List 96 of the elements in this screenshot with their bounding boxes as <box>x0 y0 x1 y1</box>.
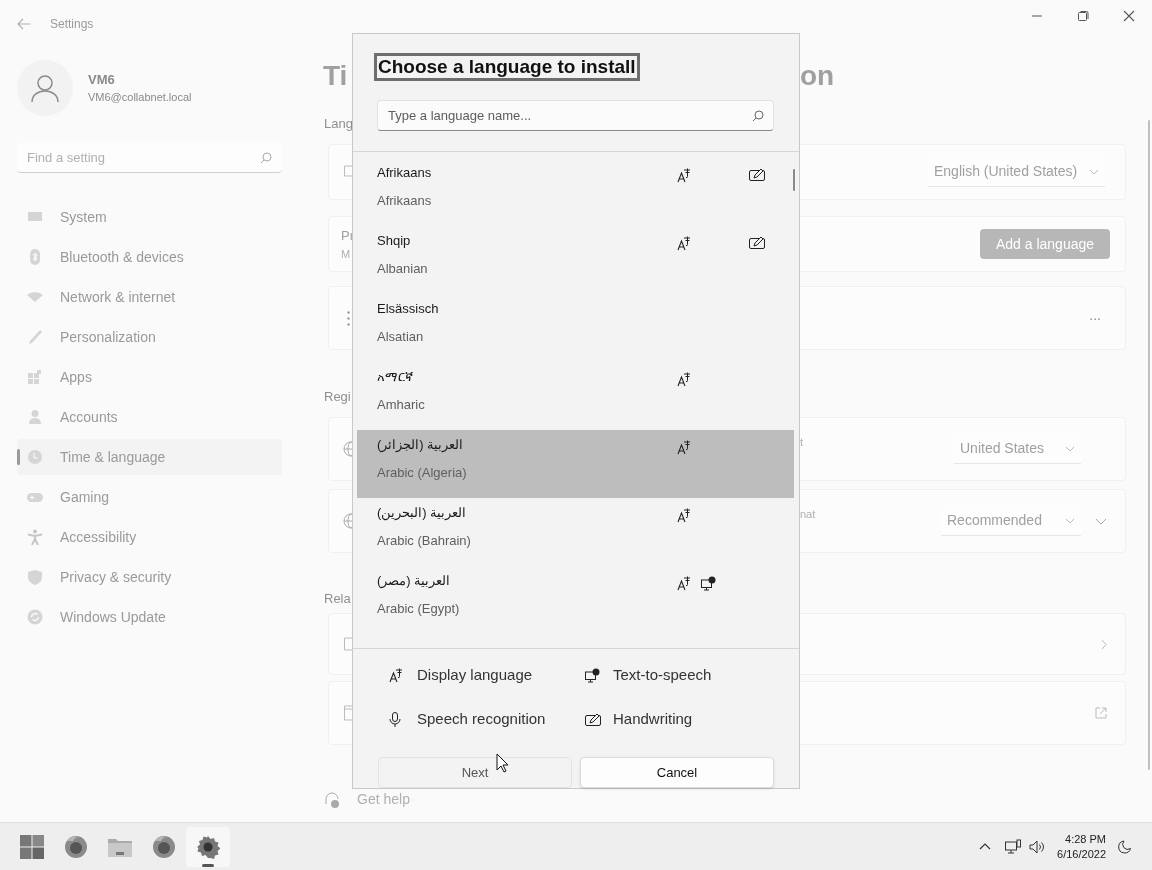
nav-item[interactable]: System <box>17 199 282 235</box>
language-native-name: العربية (الجزائر) <box>377 436 464 454</box>
nav-item[interactable]: Network & internet <box>17 279 282 315</box>
nav-item[interactable]: Windows Update <box>17 599 282 635</box>
nav-item[interactable]: Accounts <box>17 399 282 435</box>
nav-item[interactable]: Time & language <box>17 439 282 475</box>
dialog-title: Choose a language to install <box>374 53 640 81</box>
start-icon <box>20 834 44 859</box>
page-heading: Ti <box>323 60 348 91</box>
legend-label: Display language <box>417 664 533 685</box>
card-subtitle: M <box>341 246 351 262</box>
drag-handle-icon <box>347 310 350 326</box>
language-english-name: Amharic <box>377 396 425 414</box>
browser-icon <box>152 834 176 859</box>
update-icon <box>27 609 43 625</box>
add-language-button[interactable]: Add a language <box>980 229 1110 259</box>
account-name: VM6 <box>88 71 116 89</box>
chevron-down-icon <box>1065 445 1075 452</box>
gear-icon <box>196 834 220 859</box>
maximize-icon <box>1077 10 1089 22</box>
browser-icon <box>64 834 88 859</box>
section-label: Rela <box>324 590 351 608</box>
network-icon <box>1005 838 1022 855</box>
selection-indicator <box>17 449 20 465</box>
language-item[interactable]: Elsässisch Alsatian <box>357 294 794 362</box>
accessibility-icon <box>27 529 43 545</box>
language-english-name: Afrikaans <box>377 192 432 210</box>
language-item[interactable]: አማርኛ Amharic <box>357 362 794 430</box>
nav-item[interactable]: Gaming <box>17 479 282 515</box>
user-icon <box>27 409 43 425</box>
scrollbar-thumb[interactable] <box>793 169 795 191</box>
more-button[interactable]: ... <box>1089 308 1101 328</box>
close-icon <box>1123 10 1135 22</box>
chevron-up-icon <box>979 843 992 850</box>
language-english-name: Arabic (Egypt) <box>377 600 460 618</box>
apps-icon <box>27 369 43 385</box>
search-icon <box>752 110 764 122</box>
globe-icon <box>343 513 352 529</box>
help-icon <box>324 791 340 808</box>
language-english-name: Arabic (Bahrain) <box>377 532 471 550</box>
clock-icon <box>27 449 43 465</box>
person-icon <box>30 73 60 103</box>
language-item[interactable]: Afrikaans Afrikaans <box>357 158 794 226</box>
language-english-name: Alsatian <box>377 328 424 346</box>
language-english-name: Albanian <box>377 260 428 278</box>
wifi-icon <box>27 289 43 305</box>
page-heading: on <box>800 59 835 93</box>
card-subtitle: t <box>800 434 804 450</box>
shield-icon <box>27 569 43 585</box>
mouse-cursor-icon <box>496 753 509 773</box>
nav-item[interactable]: Apps <box>17 359 282 395</box>
window-title: Settings <box>50 16 94 33</box>
chevron-right-icon <box>1101 638 1107 650</box>
nav-item[interactable]: Personalization <box>17 319 282 355</box>
microphone-icon <box>389 711 401 727</box>
back-arrow-icon <box>17 18 31 30</box>
language-english-name: Arabic (Algeria) <box>377 464 467 482</box>
globe-icon <box>343 441 352 457</box>
volume-icon <box>1029 839 1046 854</box>
chevron-down-icon <box>1089 168 1099 175</box>
language-native-name: Elsässisch <box>377 300 439 318</box>
language-search-field[interactable]: Type a language name... <box>377 100 774 131</box>
taskbar-button[interactable] <box>186 826 230 867</box>
search-icon <box>260 152 272 164</box>
card-subtitle: nat <box>800 506 816 522</box>
account-email: VM6@collabnet.local <box>88 90 192 105</box>
language-native-name: Afrikaans <box>377 164 432 182</box>
section-label: Lang <box>324 115 353 133</box>
nav-item[interactable]: Privacy & security <box>17 559 282 595</box>
language-native-name: العربية (مصر) <box>377 572 451 590</box>
handwriting-icon <box>585 712 601 726</box>
active-indicator <box>202 863 214 867</box>
nav-item[interactable]: Accessibility <box>17 519 282 555</box>
legend-label: Speech recognition <box>417 708 546 729</box>
language-native-name: አማርኛ <box>377 368 413 386</box>
legend-label: Handwriting <box>613 708 693 729</box>
legend-label: Text-to-speech <box>613 664 712 685</box>
pen-icon <box>27 329 43 345</box>
clock-date[interactable]: 6/16/2022 <box>1057 846 1106 862</box>
language-native-name: Shqip <box>377 232 411 250</box>
language-item[interactable]: Shqip Albanian <box>357 226 794 294</box>
folder-icon <box>108 836 132 857</box>
section-label: Regi <box>324 388 351 406</box>
external-link-icon <box>1095 707 1107 719</box>
language-native-name: العربية (البحرين) <box>377 504 467 523</box>
cancel-button[interactable]: Cancel <box>580 757 774 788</box>
bluetooth-icon <box>27 249 43 265</box>
nav-item[interactable]: Bluetooth & devices <box>17 239 282 275</box>
language-icon <box>389 667 403 683</box>
speech-monitor-icon <box>585 667 600 683</box>
help-link[interactable]: Get help <box>357 789 410 810</box>
scrollbar[interactable] <box>1148 120 1150 770</box>
chevron-down-icon <box>1095 517 1107 525</box>
clock-time[interactable]: 4:28 PM <box>1065 831 1106 847</box>
chevron-down-icon <box>1065 517 1075 524</box>
moon-icon <box>1118 839 1132 854</box>
